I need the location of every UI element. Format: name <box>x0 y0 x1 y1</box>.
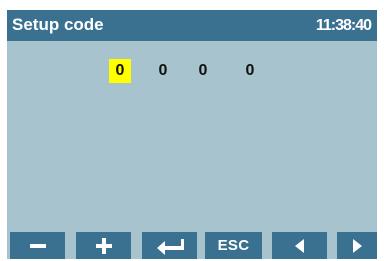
code-digit-2[interactable]: 0 <box>152 59 174 83</box>
code-digit-4[interactable]: 0 <box>239 59 261 83</box>
softkey-bar: ESC <box>7 232 377 259</box>
decrement-button[interactable] <box>10 232 65 259</box>
clock-time: 11:38:40 <box>315 17 372 34</box>
title-bar: Setup code 11:38:40 <box>7 10 377 41</box>
increment-button[interactable] <box>76 232 131 259</box>
right-button[interactable] <box>337 232 377 259</box>
page-title: Setup code <box>12 15 104 34</box>
code-digit-3[interactable]: 0 <box>192 59 214 83</box>
plus-icon <box>95 237 112 254</box>
setup-code-digits: 0 0 0 0 <box>7 59 377 83</box>
left-button[interactable] <box>272 232 327 259</box>
right-arrow-icon <box>353 238 362 253</box>
enter-icon <box>156 238 184 255</box>
minus-icon <box>29 243 46 248</box>
left-arrow-icon <box>294 238 304 253</box>
enter-button[interactable] <box>142 232 197 259</box>
code-digit-1[interactable]: 0 <box>109 59 131 83</box>
escape-button-label: ESC <box>217 237 250 254</box>
device-screen: Setup code 11:38:40 0 0 0 0 ESC <box>7 10 377 259</box>
escape-button[interactable]: ESC <box>205 232 262 259</box>
